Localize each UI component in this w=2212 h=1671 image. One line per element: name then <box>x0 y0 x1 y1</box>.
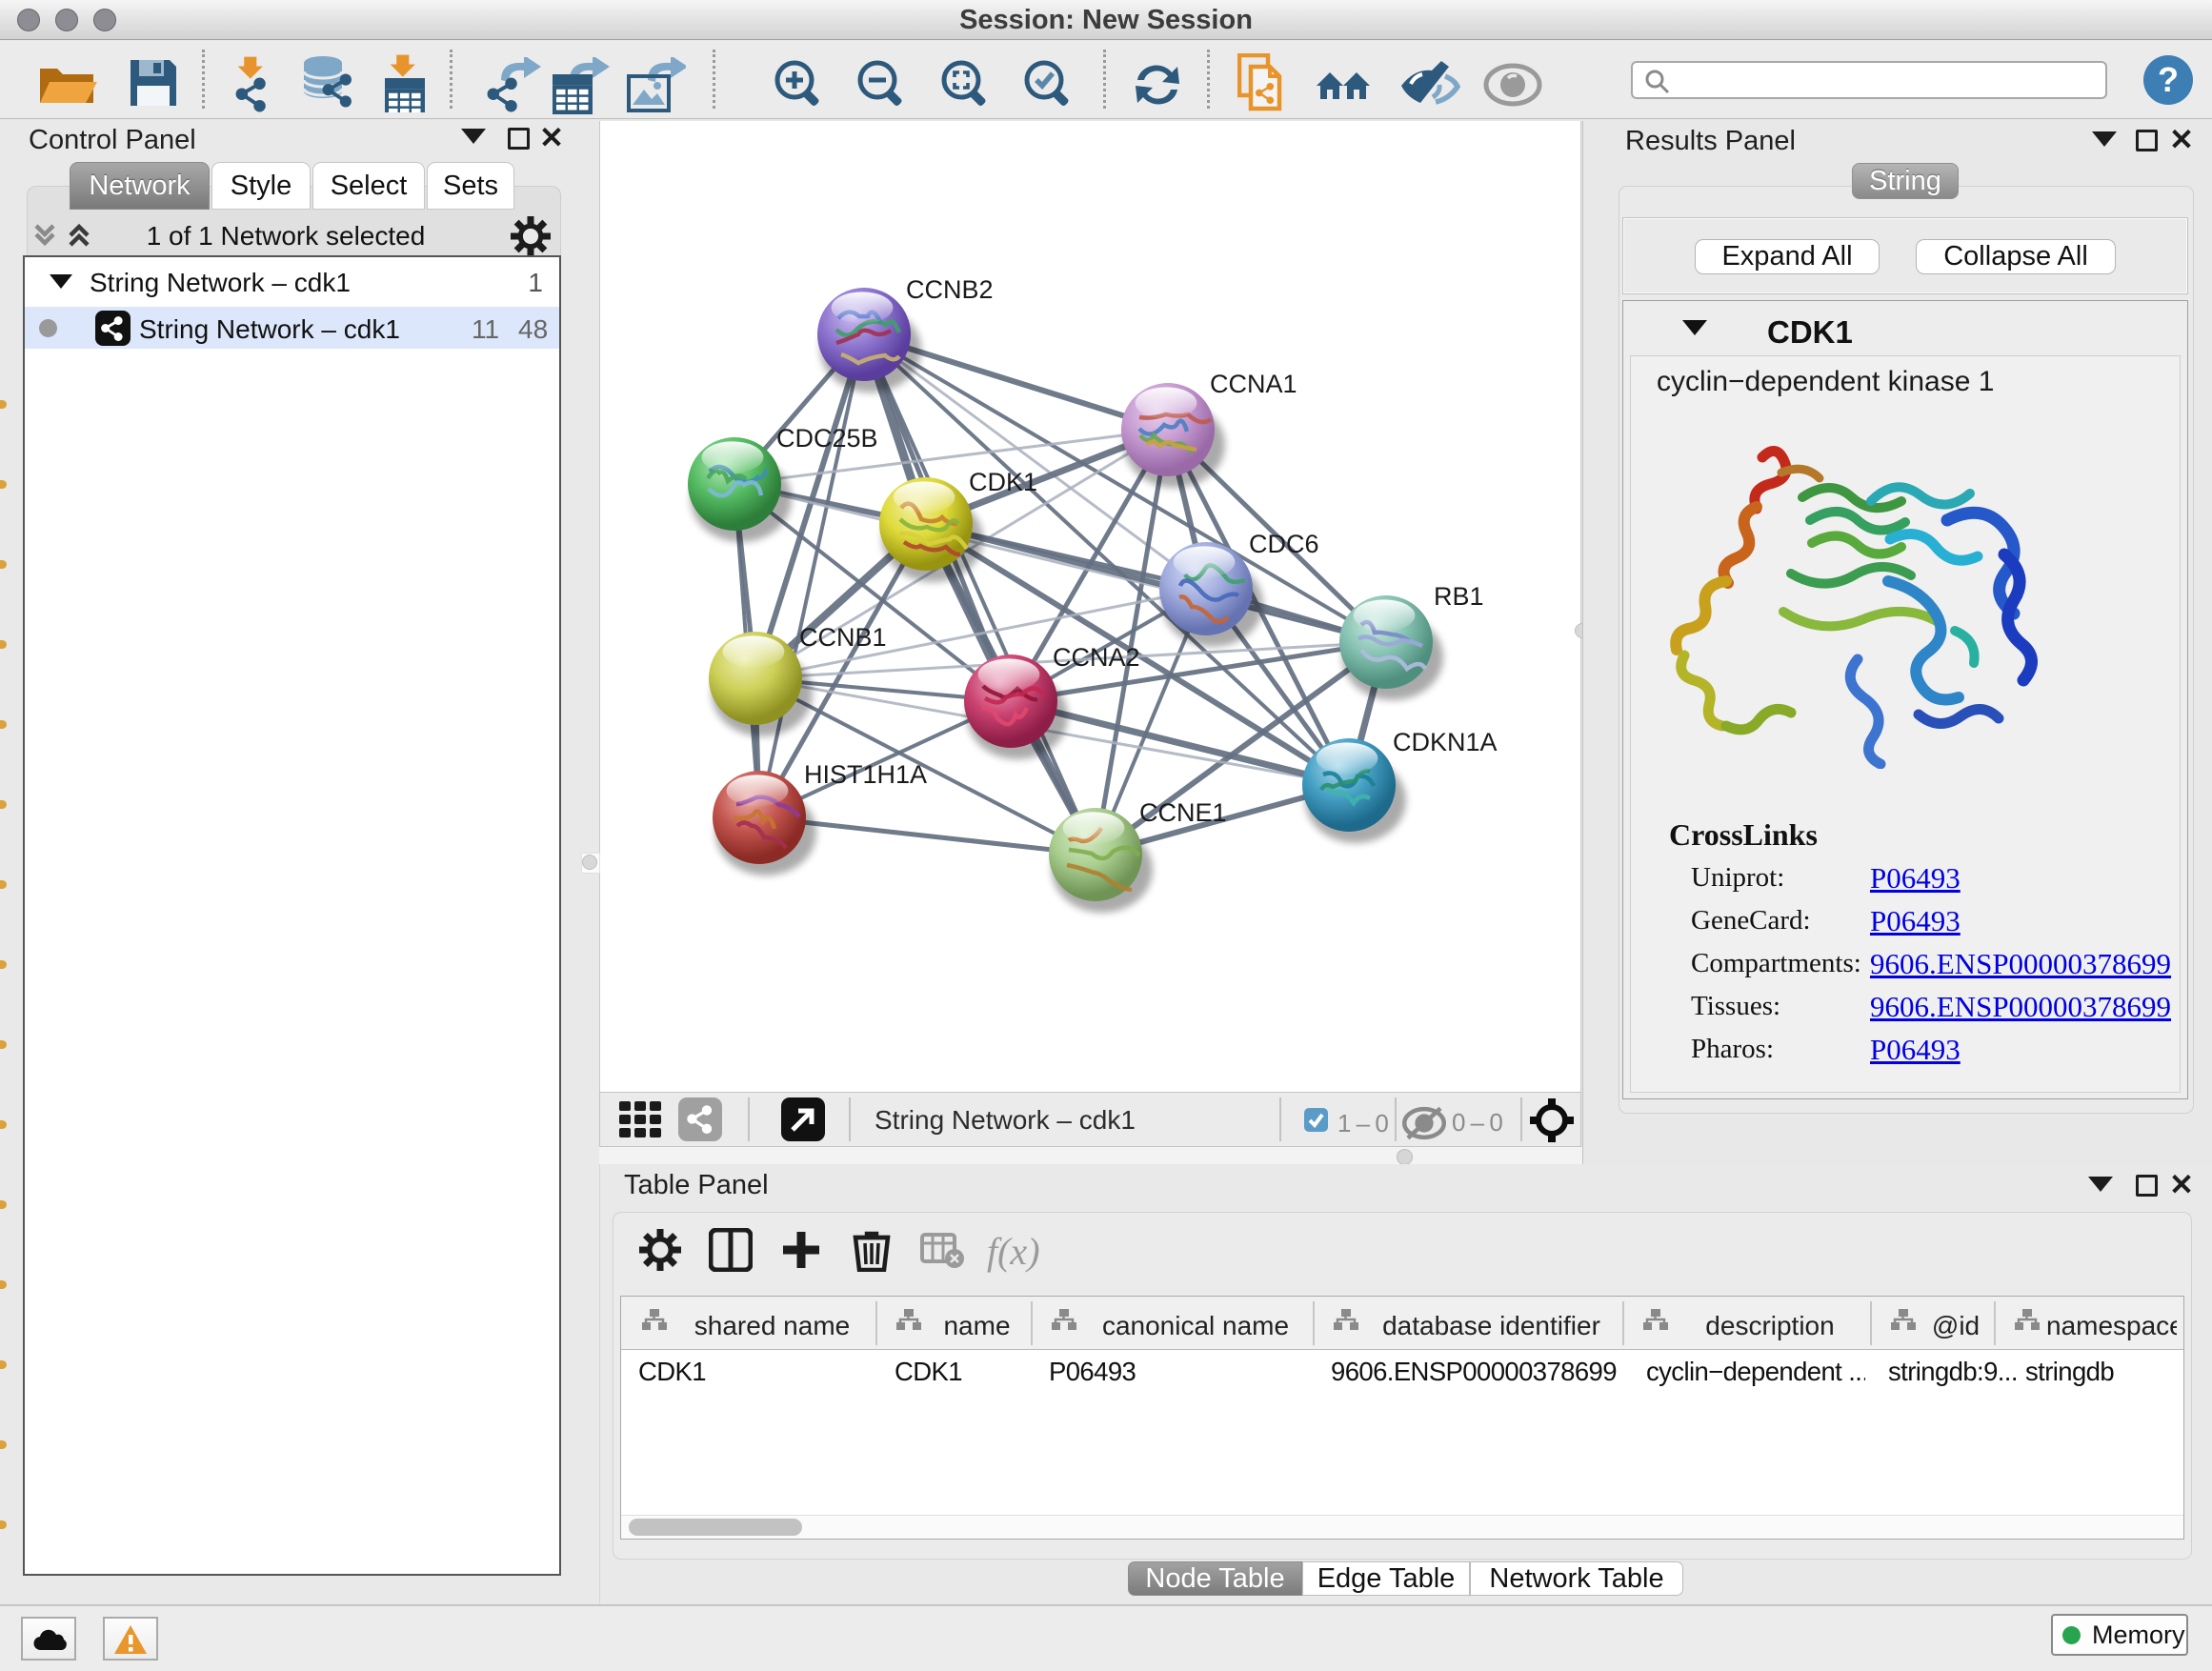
svg-text:CCNB2: CCNB2 <box>906 275 994 304</box>
svg-text:CCNA1: CCNA1 <box>1210 370 1297 398</box>
svg-text:CCNA2: CCNA2 <box>1053 643 1140 672</box>
svg-text:RB1: RB1 <box>1434 582 1484 611</box>
svg-text:CCNB1: CCNB1 <box>799 623 887 652</box>
svg-text:HIST1H1A: HIST1H1A <box>804 760 927 789</box>
svg-text:CDK1: CDK1 <box>969 468 1037 496</box>
svg-text:CDC6: CDC6 <box>1249 530 1319 558</box>
svg-text:CDC25B: CDC25B <box>776 424 878 453</box>
svg-text:CDKN1A: CDKN1A <box>1393 728 1498 756</box>
svg-text:?: ? <box>2158 60 2179 99</box>
svg-text:CCNE1: CCNE1 <box>1139 798 1227 827</box>
